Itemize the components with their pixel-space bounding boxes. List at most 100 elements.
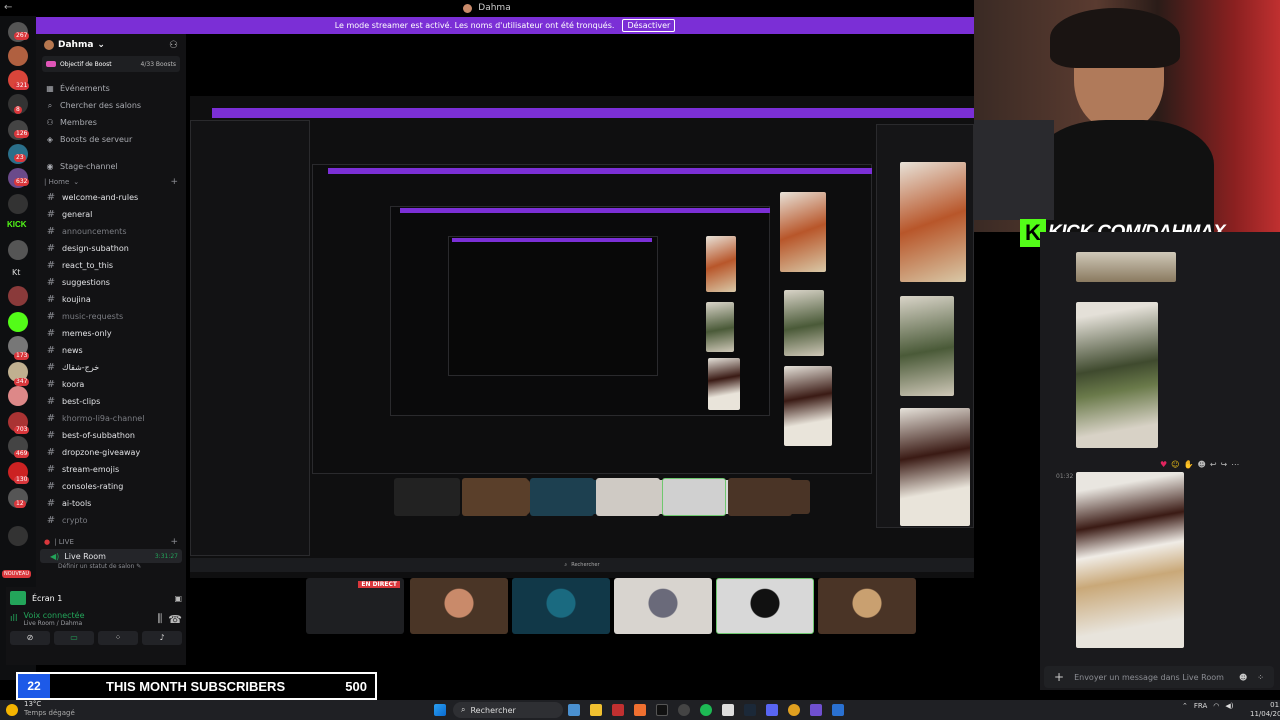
voice-channel-live-room[interactable]: ◀) Live Room 3:31:27 xyxy=(40,549,182,563)
food-photo[interactable] xyxy=(1076,252,1176,282)
channel-item[interactable]: # memes-only xyxy=(36,325,186,342)
screen-share-row[interactable]: Écran 1 ▣ xyxy=(6,587,186,609)
reply-icon[interactable]: ↩ xyxy=(1210,460,1217,469)
stage-channel[interactable]: ◉ Stage-channel xyxy=(36,158,186,175)
server-icon[interactable] xyxy=(8,526,28,546)
server-icon[interactable] xyxy=(8,386,28,406)
add-channel-icon[interactable]: + xyxy=(170,537,178,547)
heart-reaction-icon[interactable]: ♥ xyxy=(1160,460,1167,469)
smile-reaction-icon[interactable]: ☺ xyxy=(1171,460,1179,469)
chrome-icon[interactable] xyxy=(788,704,800,716)
stream-tile[interactable] xyxy=(662,478,726,516)
kick-server-icon[interactable]: KICK xyxy=(7,220,27,229)
emoji-icon[interactable]: ☻ xyxy=(1239,673,1247,682)
stream-tile-user[interactable] xyxy=(818,578,916,634)
start-icon[interactable] xyxy=(434,704,446,716)
channel-item[interactable]: # crypto xyxy=(36,512,186,529)
forward-icon[interactable]: ↪ xyxy=(1221,460,1228,469)
soundboard-button[interactable]: ♪ xyxy=(142,631,182,645)
stream-tile-user[interactable] xyxy=(512,578,610,634)
spotify-icon[interactable] xyxy=(700,704,712,716)
discord-icon[interactable] xyxy=(766,704,778,716)
apps-icon[interactable]: ⁘ xyxy=(1257,673,1264,682)
steam-icon[interactable] xyxy=(744,704,756,716)
stream-tile[interactable] xyxy=(596,478,660,516)
activities-button[interactable]: ⁘ xyxy=(98,631,138,645)
channel-item[interactable]: # khormo-li9a-channel xyxy=(36,410,186,427)
weather-widget[interactable]: 13°C Temps dégagé xyxy=(24,700,75,718)
stream-tile-user[interactable] xyxy=(614,578,712,634)
tray-chevron-icon[interactable]: ⌃ xyxy=(1182,702,1188,710)
boost-goal[interactable]: Objectif de Boost 4/33 Boosts xyxy=(42,56,180,72)
server-icon[interactable] xyxy=(8,46,28,66)
food-photo[interactable] xyxy=(784,366,832,446)
channel-item[interactable]: # news xyxy=(36,342,186,359)
stream-tile-user[interactable] xyxy=(716,578,814,634)
back-arrow-icon[interactable]: ← xyxy=(4,2,12,13)
food-photo[interactable] xyxy=(706,236,736,292)
channel-item[interactable]: # ai-tools xyxy=(36,495,186,512)
server-icon[interactable] xyxy=(8,286,28,306)
food-photo[interactable] xyxy=(1076,472,1184,648)
channel-status-prompt[interactable]: Définir un statut de salon ✎ xyxy=(36,563,186,570)
stream-tile[interactable] xyxy=(394,478,460,516)
kt-server-icon[interactable]: Kt xyxy=(12,268,20,277)
food-photo[interactable] xyxy=(706,302,734,352)
food-photo[interactable] xyxy=(784,290,824,356)
menu-item-boosts[interactable]: ◈ Boosts de serveur xyxy=(36,131,186,148)
camera-off-button[interactable]: ⊘ xyxy=(10,631,50,645)
channel-item[interactable]: # best-clips xyxy=(36,393,186,410)
noise-suppression-icon[interactable]: ⫼ xyxy=(157,612,162,626)
channel-item[interactable]: # stream-emojis xyxy=(36,461,186,478)
wifi-icon[interactable]: ◠ xyxy=(1213,702,1219,710)
popout-icon[interactable]: ▣ xyxy=(174,594,182,603)
app-icon[interactable] xyxy=(722,704,734,716)
channel-item[interactable]: # announcements xyxy=(36,223,186,240)
stream-tile[interactable] xyxy=(728,478,792,516)
food-photo[interactable] xyxy=(780,192,826,272)
channel-item[interactable]: # design-subathon xyxy=(36,240,186,257)
menu-item-events[interactable]: ▦ Événements xyxy=(36,80,186,97)
channel-item[interactable]: # general xyxy=(36,206,186,223)
server-icon[interactable] xyxy=(8,312,28,332)
server-icon[interactable] xyxy=(8,194,28,214)
stream-tile[interactable] xyxy=(530,478,594,516)
channel-item[interactable]: # react_to_this xyxy=(36,257,186,274)
attach-icon[interactable]: + xyxy=(1054,670,1064,684)
wave-reaction-icon[interactable]: ✋ xyxy=(1184,460,1194,469)
chat-input[interactable]: + Envoyer un message dans Live Room ☻ ⁘ xyxy=(1044,666,1274,688)
taskbar-search[interactable]: ⌕ Rechercher xyxy=(453,702,563,718)
disconnect-icon[interactable]: ☎ xyxy=(168,613,182,626)
channel-item[interactable]: # koora xyxy=(36,376,186,393)
add-member-icon[interactable]: ⚇ xyxy=(169,40,178,51)
server-icon[interactable] xyxy=(8,240,28,260)
category-live[interactable]: ● | LIVE + xyxy=(36,535,186,549)
add-reaction-icon[interactable]: ☻ xyxy=(1197,460,1205,469)
app-icon[interactable] xyxy=(678,704,690,716)
disable-streamer-mode-button[interactable]: Désactiver xyxy=(622,19,676,32)
stream-tile-user[interactable] xyxy=(410,578,508,634)
app-icon[interactable] xyxy=(634,704,646,716)
language-indicator[interactable]: FRA xyxy=(1194,702,1207,710)
stream-tile-screen[interactable]: EN DIRECT xyxy=(306,578,404,634)
food-photo[interactable] xyxy=(900,408,970,526)
food-photo[interactable] xyxy=(708,358,740,410)
app-icon[interactable] xyxy=(656,704,668,716)
food-photo[interactable] xyxy=(900,296,954,396)
channel-item[interactable]: # suggestions xyxy=(36,274,186,291)
more-icon[interactable]: ⋯ xyxy=(1231,460,1239,469)
app-icon[interactable] xyxy=(612,704,624,716)
category-home[interactable]: | Home ⌄ + xyxy=(36,175,186,189)
menu-item-members[interactable]: ⚇ Membres xyxy=(36,114,186,131)
channel-item[interactable]: # music-requests xyxy=(36,308,186,325)
volume-icon[interactable]: ◀) xyxy=(1225,702,1233,710)
stream-button[interactable]: ▭ xyxy=(54,631,94,645)
server-header[interactable]: Dahma ⌄ ⚇ xyxy=(36,34,186,56)
food-photo[interactable] xyxy=(900,162,966,282)
add-channel-icon[interactable]: + xyxy=(170,177,178,187)
app-icon[interactable] xyxy=(810,704,822,716)
taskbar-clock[interactable]: 01:35 11/04/2026 xyxy=(1250,701,1280,719)
app-icon[interactable] xyxy=(832,704,844,716)
stream-tile[interactable] xyxy=(462,478,528,516)
copilot-icon[interactable] xyxy=(568,704,580,716)
